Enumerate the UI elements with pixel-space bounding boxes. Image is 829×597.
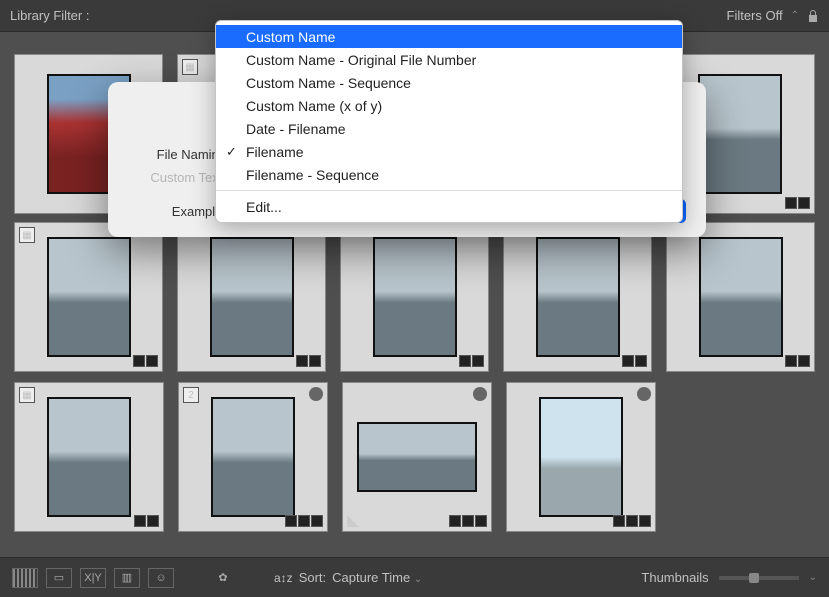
- dropdown-item-custom-name-xofy[interactable]: Custom Name (x of y): [216, 94, 682, 117]
- grid-view-button[interactable]: [12, 568, 38, 588]
- photo-thumbnail: [539, 397, 623, 517]
- thumb-badges-icon: [449, 515, 487, 527]
- photo-thumbnail: [211, 397, 295, 517]
- photo-thumbnail: [699, 237, 783, 357]
- photo-thumbnail: [357, 422, 477, 492]
- thumbnail-cell[interactable]: [340, 222, 489, 372]
- sort-dropdown[interactable]: Capture Time ⌄: [332, 570, 422, 585]
- dropdown-item-edit[interactable]: Edit...: [216, 195, 682, 218]
- photo-thumbnail: [536, 237, 620, 357]
- survey-view-button[interactable]: ▥: [114, 568, 140, 588]
- thumb-badges-icon: [622, 355, 647, 367]
- thumb-badges-icon: [785, 355, 810, 367]
- dropdown-item-custom-name-sequence[interactable]: Custom Name - Sequence: [216, 71, 682, 94]
- thumbnail-cell[interactable]: [503, 222, 652, 372]
- loupe-view-button[interactable]: ▭: [46, 568, 72, 588]
- sort-direction-icon[interactable]: a↕z: [274, 571, 293, 585]
- checkmark-icon: ✓: [226, 144, 237, 160]
- bottom-toolbar: ▭ X|Y ▥ ☺ ✿ a↕z Sort: Capture Time ⌄ Thu…: [0, 557, 829, 597]
- photo-thumbnail: [210, 237, 294, 357]
- dropdown-item-date-filename[interactable]: Date - Filename: [216, 117, 682, 140]
- chevron-down-icon[interactable]: ⌃: [791, 10, 799, 21]
- dropdown-separator: [216, 190, 682, 191]
- file-naming-label: File Naming: [128, 147, 226, 162]
- photo-thumbnail: [47, 237, 131, 357]
- chevron-down-icon[interactable]: ⌄: [809, 572, 817, 583]
- thumb-badges-icon: [133, 355, 158, 367]
- thumbnail-cell[interactable]: [342, 382, 492, 532]
- dropdown-item-custom-name[interactable]: Custom Name: [216, 25, 682, 48]
- library-filter-label: Library Filter :: [10, 8, 89, 23]
- flag-circle-icon: [473, 387, 487, 401]
- people-view-button[interactable]: ☺: [148, 568, 174, 588]
- stack-badge-icon: ▦: [19, 227, 35, 243]
- photo-thumbnail: [47, 397, 131, 517]
- thumbnail-cell[interactable]: ▦: [14, 222, 163, 372]
- custom-text-label: Custom Text:: [128, 170, 226, 185]
- stack-count-badge: 2: [183, 387, 199, 403]
- thumbnail-cell[interactable]: ▦: [14, 382, 164, 532]
- example-label: Example:: [128, 204, 226, 219]
- flag-circle-icon: [637, 387, 651, 401]
- spray-tool-icon[interactable]: ✿: [210, 568, 236, 588]
- thumbnail-size-slider[interactable]: [719, 576, 799, 580]
- photo-thumbnail: [698, 74, 782, 194]
- thumb-badges-icon: [296, 355, 321, 367]
- thumb-badges-icon: [785, 197, 810, 209]
- thumbnails-label: Thumbnails: [641, 570, 708, 585]
- stack-badge-icon: ▦: [182, 59, 198, 75]
- sort-label: Sort:: [299, 570, 326, 585]
- dropdown-item-filename[interactable]: ✓ Filename: [216, 140, 682, 163]
- thumbnail-cell[interactable]: 2: [178, 382, 328, 532]
- dropdown-item-filename-sequence[interactable]: Filename - Sequence: [216, 163, 682, 186]
- thumbnail-cell[interactable]: [666, 222, 815, 372]
- thumb-badges-icon: [285, 515, 323, 527]
- stack-badge-icon: ▦: [19, 387, 35, 403]
- thumb-badges-icon: [613, 515, 651, 527]
- flag-circle-icon: [309, 387, 323, 401]
- thumb-badges-icon: [134, 515, 159, 527]
- photo-thumbnail: [373, 237, 457, 357]
- dropdown-item-custom-name-original[interactable]: Custom Name - Original File Number: [216, 48, 682, 71]
- dropdown-item-label: Filename: [246, 144, 304, 160]
- thumb-badges-icon: [459, 355, 484, 367]
- thumbnail-cell[interactable]: [506, 382, 656, 532]
- corner-flag-icon: [347, 515, 359, 527]
- compare-view-button[interactable]: X|Y: [80, 568, 106, 588]
- file-naming-dropdown[interactable]: Custom Name Custom Name - Original File …: [215, 20, 683, 223]
- thumbnail-cell[interactable]: [177, 222, 326, 372]
- filters-off-toggle[interactable]: Filters Off: [727, 8, 783, 23]
- lock-icon[interactable]: [807, 9, 819, 23]
